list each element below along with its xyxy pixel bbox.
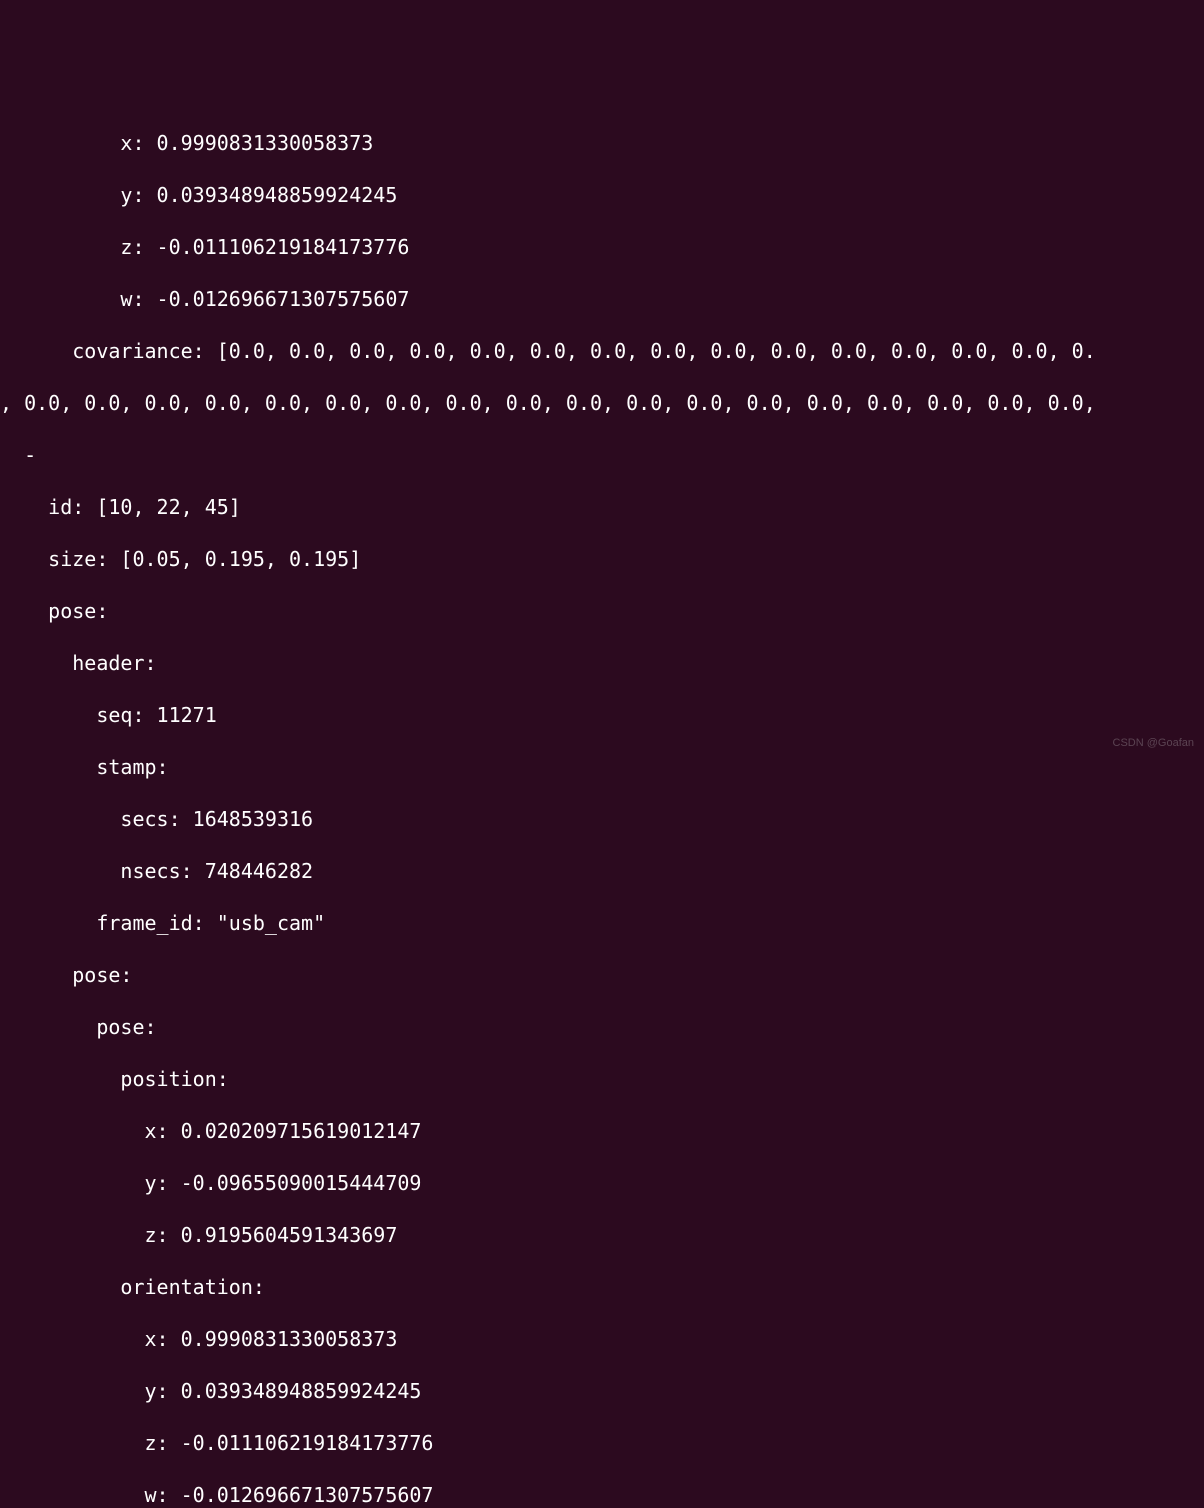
watermark-text: CSDN @Goafan <box>1113 736 1194 750</box>
output-line: , 0.0, 0.0, 0.0, 0.0, 0.0, 0.0, 0.0, 0.0… <box>0 390 1204 416</box>
output-line: seq: 11271 <box>0 702 1204 728</box>
output-line: pose: <box>0 962 1204 988</box>
output-line: pose: <box>0 1014 1204 1040</box>
output-line: z: 0.9195604591343697 <box>0 1222 1204 1248</box>
output-line: x: 0.9990831330058373 <box>0 1326 1204 1352</box>
output-line: covariance: [0.0, 0.0, 0.0, 0.0, 0.0, 0.… <box>0 338 1204 364</box>
output-line: orientation: <box>0 1274 1204 1300</box>
output-line: w: -0.012696671307575607 <box>0 1482 1204 1508</box>
output-line: size: [0.05, 0.195, 0.195] <box>0 546 1204 572</box>
output-line: y: -0.09655090015444709 <box>0 1170 1204 1196</box>
output-line: pose: <box>0 598 1204 624</box>
output-line: y: 0.039348948859924245 <box>0 1378 1204 1404</box>
output-line: header: <box>0 650 1204 676</box>
output-line: secs: 1648539316 <box>0 806 1204 832</box>
output-line: w: -0.012696671307575607 <box>0 286 1204 312</box>
output-line: x: 0.9990831330058373 <box>0 130 1204 156</box>
output-line: z: -0.011106219184173776 <box>0 1430 1204 1456</box>
output-line: stamp: <box>0 754 1204 780</box>
output-line: frame_id: "usb_cam" <box>0 910 1204 936</box>
output-line: - <box>0 442 1204 468</box>
output-line: z: -0.011106219184173776 <box>0 234 1204 260</box>
output-line: y: 0.039348948859924245 <box>0 182 1204 208</box>
output-line: position: <box>0 1066 1204 1092</box>
output-line: x: 0.020209715619012147 <box>0 1118 1204 1144</box>
output-line: nsecs: 748446282 <box>0 858 1204 884</box>
terminal-output: x: 0.9990831330058373 y: 0.0393489488599… <box>0 104 1204 1508</box>
output-line: id: [10, 22, 45] <box>0 494 1204 520</box>
